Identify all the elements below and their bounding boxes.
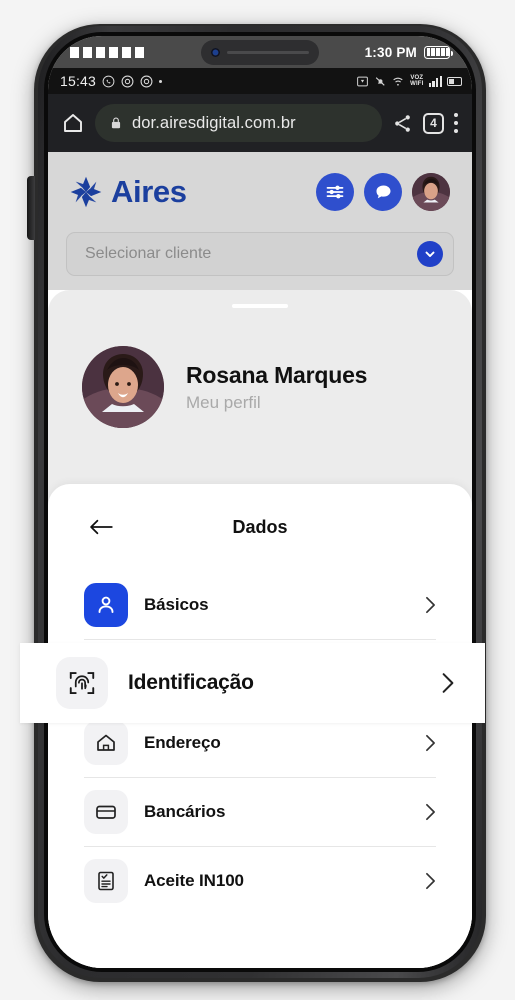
- profile-name: Rosana Marques: [186, 361, 368, 388]
- lock-icon: [111, 117, 121, 129]
- list-item[interactable]: Básicos: [84, 570, 436, 639]
- web-page: Aires Selecionar cliente Rosana Marques …: [48, 152, 472, 968]
- ios-clock: 1:30 PM: [364, 44, 417, 60]
- url-bar[interactable]: dor.airesdigital.com.br: [95, 104, 382, 142]
- app-header: Aires: [48, 152, 472, 232]
- android-clock: 15:43: [60, 73, 97, 89]
- chevron-right-icon: [426, 596, 435, 613]
- ios-status-left-blocks: [70, 46, 144, 58]
- dot-indicator: [159, 79, 163, 83]
- list-item-label: Endereço: [144, 733, 221, 752]
- status-block-icon: [70, 46, 79, 58]
- earpiece-speaker: [227, 51, 309, 54]
- mute-bell-icon: [375, 76, 385, 86]
- chevron-right-icon: [442, 673, 454, 693]
- user-avatar[interactable]: [412, 173, 450, 211]
- whatsapp-icon: [102, 75, 115, 87]
- document-check-icon: [84, 859, 128, 903]
- voice-wifi-label: VOZ WIFI: [410, 75, 424, 87]
- status-block-icon: [83, 46, 92, 58]
- front-camera-icon: [211, 48, 220, 57]
- client-select-placeholder: Selecionar cliente: [85, 245, 212, 262]
- android-status-left: 15:43: [60, 73, 163, 89]
- dados-list: Básicos Identificação: [48, 570, 472, 915]
- status-block-icon: [135, 46, 144, 58]
- profile-row[interactable]: Rosana Marques Meu perfil: [48, 308, 472, 428]
- android-status-right: VOZ WIFI: [356, 75, 462, 88]
- page-title: Dados: [232, 516, 288, 537]
- credit-card-icon: [84, 790, 128, 834]
- fingerprint-scan-icon: [56, 657, 108, 709]
- ios-status-right: 1:30 PM: [364, 44, 453, 60]
- header-actions: [316, 173, 450, 211]
- client-select[interactable]: Selecionar cliente: [66, 232, 454, 276]
- status-block-icon: [109, 46, 118, 58]
- chevron-right-icon: [426, 734, 435, 752]
- chevron-down-icon[interactable]: [417, 241, 443, 267]
- list-item-label: Aceite IN100: [144, 871, 244, 890]
- sliders-icon[interactable]: [316, 173, 354, 211]
- wifi-calling-icon: [393, 77, 403, 86]
- highlighted-item-label: Identificação: [128, 671, 254, 694]
- list-item[interactable]: Aceite IN100: [84, 846, 436, 915]
- url-text: dor.airesdigital.com.br: [132, 113, 296, 132]
- battery-full-icon: [424, 45, 453, 59]
- highlighted-list-item-identificacao[interactable]: Identificação: [20, 643, 485, 723]
- profile-text: Rosana Marques Meu perfil: [186, 362, 367, 413]
- android-status-bar: 15:43 VOZ WIFI: [48, 68, 472, 94]
- brand-logo[interactable]: Aires: [68, 174, 187, 210]
- phone-side-button[interactable]: [27, 176, 35, 240]
- list-item-label: Básicos: [144, 594, 209, 614]
- ios-status-bar: 1:30 PM: [48, 36, 472, 68]
- screenshot-stage: 1:30 PM 15:43 VOZ WIFI dor.airesdigital.…: [0, 0, 515, 1000]
- cast-icon: [357, 76, 368, 86]
- client-selector-zone: Selecionar cliente: [48, 232, 472, 290]
- list-item[interactable]: Bancários: [84, 777, 436, 846]
- chat-bubble-icon[interactable]: [364, 173, 402, 211]
- house-icon: [84, 721, 128, 765]
- arrow-left-icon[interactable]: [88, 518, 114, 536]
- home-icon[interactable]: [61, 111, 85, 135]
- dynamic-island: [201, 40, 319, 65]
- brand-name: Aires: [111, 174, 187, 209]
- share-icon[interactable]: [392, 113, 413, 134]
- aires-star-logo: [70, 176, 102, 208]
- chrome-icon: [121, 75, 134, 87]
- chrome-icon: [140, 75, 153, 87]
- profile-photo[interactable]: [82, 346, 164, 428]
- tab-counter-button[interactable]: 4: [423, 112, 444, 134]
- chevron-right-icon: [426, 872, 435, 890]
- status-block-icon: [122, 46, 131, 58]
- phone-screen: 1:30 PM 15:43 VOZ WIFI dor.airesdigital.…: [48, 36, 472, 968]
- chevron-right-icon: [426, 803, 435, 821]
- list-item-label: Bancários: [144, 802, 226, 821]
- person-icon: [84, 582, 128, 627]
- signal-bars-icon: [428, 75, 442, 87]
- dados-header: Dados: [48, 484, 472, 570]
- profile-subtitle: Meu perfil: [186, 392, 261, 412]
- status-block-icon: [96, 46, 105, 58]
- battery-icon: [447, 76, 462, 86]
- kebab-menu-icon[interactable]: [454, 113, 458, 133]
- browser-toolbar: dor.airesdigital.com.br 4: [48, 94, 472, 152]
- dados-sheet: Dados Básicos Endereço Bancários Aceite …: [48, 484, 472, 968]
